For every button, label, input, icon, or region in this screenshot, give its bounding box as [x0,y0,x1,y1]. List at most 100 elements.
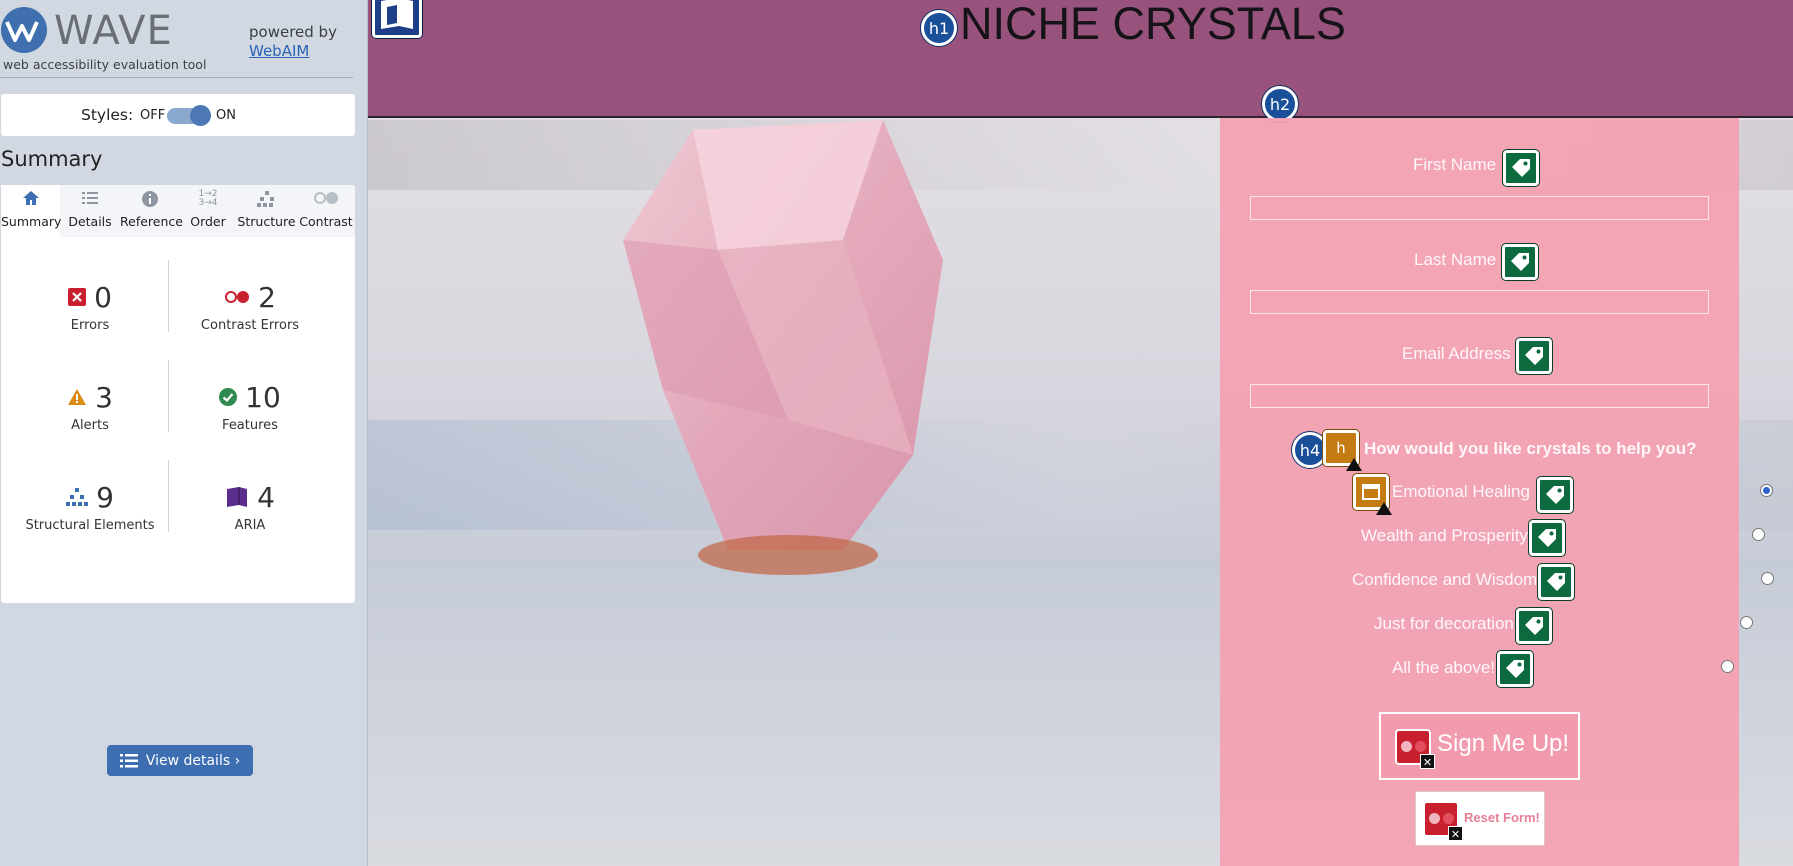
h1-heading-icon[interactable]: h1 [921,10,957,46]
errors-count: 0 [94,280,112,314]
page-title: NICHE CRYSTALS [960,0,1346,49]
tab-bar: Summary Details Reference 1→23→4 Order [1,185,355,237]
tab-structure[interactable]: Structure [236,185,297,237]
email-input[interactable] [1250,384,1709,408]
powered-by-text: powered by [249,23,337,41]
h2-heading-icon[interactable]: h2 [1262,86,1298,122]
tab-label: Order [190,214,226,229]
styles-on-label: ON [216,108,236,123]
radio-group-question: How would you like crystals to help you? [1364,439,1697,458]
aria-icon [227,487,248,507]
reset-form-label: Reset Form! [1464,810,1540,825]
info-icon [120,185,180,211]
contrast-error-icon[interactable]: ✕ [1423,801,1463,841]
tab-label: Contrast [299,214,353,229]
aria-region-icon[interactable] [372,0,422,38]
radio-just-decoration[interactable] [1740,616,1753,629]
site-header: h1 NICHE CRYSTALS h2 [368,0,1793,122]
form-label-tag-icon[interactable] [1503,150,1539,186]
wave-tagline: web accessibility evaluation tool [3,57,207,72]
stat-features[interactable]: 10 Features [170,380,330,433]
structure-icon [236,185,297,211]
divider [168,360,169,432]
summary-panel: Summary Details Reference 1→23→4 Order [1,185,355,776]
first-name-input[interactable] [1250,196,1709,220]
features-count: 10 [245,380,281,414]
form-label-tag-icon[interactable] [1529,520,1565,556]
stat-structural-elements[interactable]: 9 Structural Elements [10,480,170,534]
radio-label-wealth-prosperity: Wealth and Prosperity [1361,526,1528,545]
radio-label-all-above: All the above! [1392,658,1496,677]
divider [168,460,169,532]
structure-icon [66,488,89,506]
stat-errors[interactable]: 0 Errors [10,280,170,333]
tab-contrast[interactable]: Contrast [297,185,355,237]
divider [168,260,169,332]
tab-label: Summary [1,214,62,229]
tab-order[interactable]: 1→2 3→4 Order [180,185,236,237]
sign-me-up-button[interactable]: ✕ Sign Me Up! [1379,712,1580,780]
styles-toggle-switch[interactable] [167,105,211,126]
radio-confidence-wisdom[interactable] [1761,572,1774,585]
tab-label: Reference [120,214,183,229]
crystal-background-image [623,120,943,575]
alerts-label: Alerts [71,418,109,433]
email-address-label: Email Address [1402,344,1511,363]
features-label: Features [222,418,278,433]
summary-heading: Summary [1,147,103,171]
form-label-tag-icon[interactable] [1516,608,1552,644]
tab-label: Details [68,214,112,229]
contrast-errors-count: 2 [258,280,276,314]
webaim-link[interactable]: WebAIM [249,42,309,60]
toggle-knob[interactable] [190,105,211,126]
evaluated-page: h1 NICHE CRYSTALS h2 First Name Last Nam… [368,0,1793,866]
form-label-tag-icon[interactable] [1497,651,1533,687]
stat-aria[interactable]: 4 ARIA [170,480,330,533]
wave-sidebar: WAVE web accessibility evaluation tool p… [0,0,368,866]
signup-form: First Name Last Name Email Address h4 h … [1220,118,1774,866]
form-label-tag-icon[interactable] [1537,477,1573,513]
last-name-input[interactable] [1250,290,1709,314]
tab-details[interactable]: Details [60,185,120,237]
contrast-error-icon [225,291,250,303]
styles-off-label: OFF [140,108,166,123]
form-label-tag-icon[interactable] [1538,564,1574,600]
contrast-error-icon[interactable]: ✕ [1395,729,1435,769]
divider [0,77,353,78]
radio-all-above[interactable] [1721,660,1734,673]
structural-count: 9 [96,480,114,514]
sign-me-up-label: Sign Me Up! [1437,730,1570,757]
stat-contrast-errors[interactable]: 2 Contrast Errors [170,280,330,334]
radio-emotional-healing[interactable] [1760,484,1773,497]
list-icon [119,753,138,767]
alert-icon [68,389,87,405]
aria-label: ARIA [234,518,266,533]
tab-reference[interactable]: Reference [120,185,183,237]
structural-label: Structural Elements [25,518,155,533]
wave-wordmark: WAVE [54,8,173,54]
contrast-errors-label: Contrast Errors [200,318,300,333]
alert-heading-glyph: h [1336,439,1346,457]
feature-check-icon [219,388,238,406]
first-name-label: First Name [1413,155,1497,174]
form-label-tag-icon[interactable] [1502,244,1538,280]
radio-wealth-prosperity[interactable] [1752,528,1765,541]
fieldset-missing-alert-icon[interactable] [1353,474,1392,515]
styles-toggle-box: Styles: OFF ON [1,94,355,136]
last-name-label: Last Name [1414,250,1497,269]
view-details-label: View details › [145,752,241,769]
alerts-count: 3 [95,380,113,414]
radio-label-just-decoration: Just for decoration [1374,614,1514,633]
warning-triangle-icon [1346,458,1362,471]
contrast-icon [297,185,355,211]
tab-summary[interactable]: Summary [1,185,62,237]
warning-triangle-icon [1376,502,1392,515]
styles-label: Styles: [81,106,134,124]
stat-alerts[interactable]: 3 Alerts [10,380,170,433]
radio-label-emotional-healing: Emotional Healing [1392,482,1530,501]
reset-form-button[interactable]: ✕ Reset Form! [1415,791,1545,846]
possible-heading-alert-icon[interactable]: h [1323,430,1362,471]
view-details-button[interactable]: View details › [107,745,253,776]
form-label-tag-icon[interactable] [1516,338,1552,374]
radio-label-confidence-wisdom: Confidence and Wisdom [1352,570,1538,589]
